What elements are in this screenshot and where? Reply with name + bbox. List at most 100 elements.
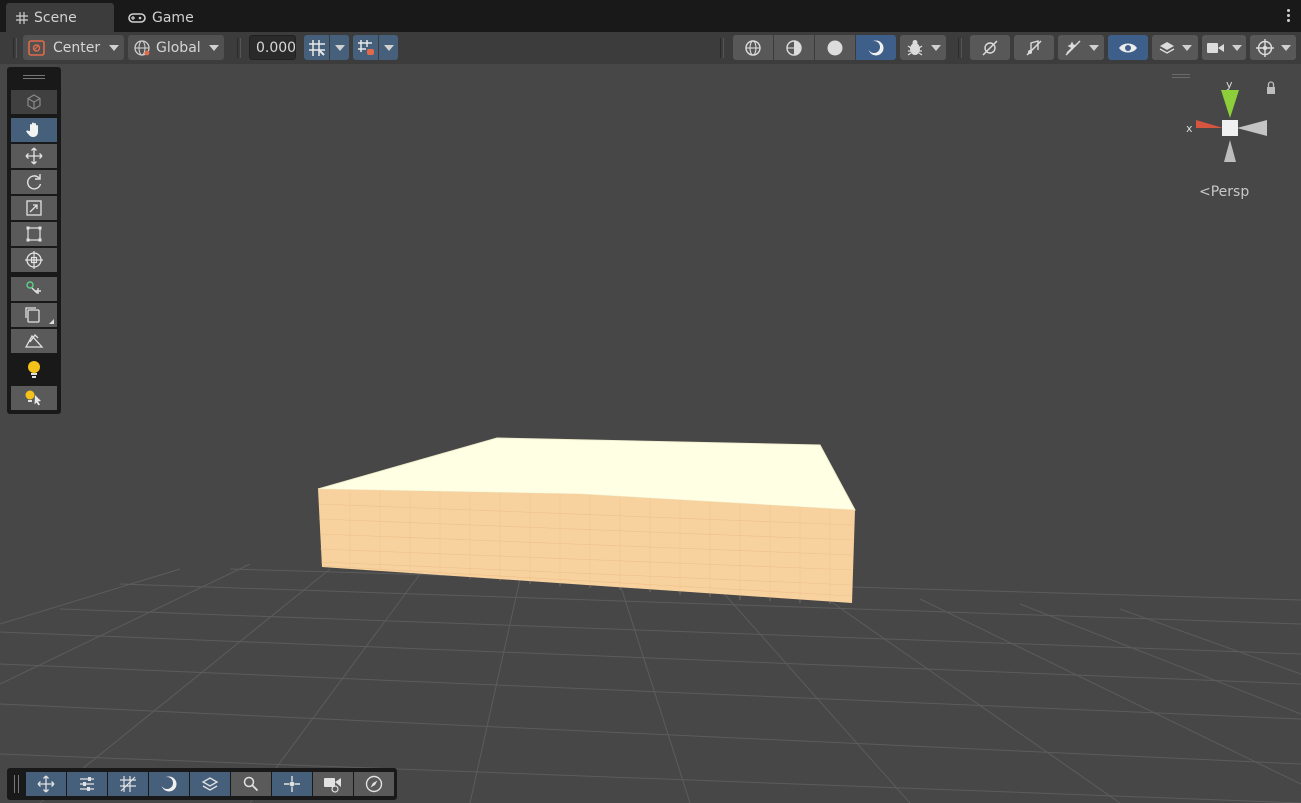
pivot-mode-dropdown[interactable]: Center — [23, 35, 124, 60]
more-options-triangle-icon — [49, 319, 54, 324]
overlay-grip-line — [23, 78, 45, 79]
pivot-icon — [283, 775, 301, 793]
transform-tool-button[interactable] — [11, 248, 57, 272]
layers-icon — [201, 775, 219, 793]
gizmos-icon — [1255, 38, 1275, 58]
rect-transform-icon — [25, 225, 43, 243]
audio-off-icon — [1024, 39, 1044, 57]
bottom-camera-button[interactable] — [313, 772, 353, 796]
gizmo-grip[interactable] — [1172, 74, 1190, 75]
unlit-sphere-icon — [826, 39, 844, 57]
gizmo-x-axis[interactable] — [1196, 120, 1223, 136]
more-options-icon[interactable] — [1287, 9, 1291, 23]
overlay-grip[interactable] — [14, 775, 19, 793]
bottom-pivot-button[interactable] — [272, 772, 312, 796]
lock-icon[interactable] — [1267, 81, 1275, 94]
view-tool-button[interactable] — [11, 118, 57, 142]
audio-toggle-button[interactable] — [1014, 35, 1054, 60]
move-arrows-icon — [25, 147, 43, 165]
rotate-tool-button[interactable] — [11, 170, 57, 194]
probuilder-tool-button[interactable] — [11, 303, 57, 327]
chevron-down-icon — [334, 44, 345, 51]
effects-dropdown[interactable] — [1058, 35, 1104, 60]
unlit-mode-button[interactable] — [815, 35, 855, 60]
debug-draw-mode-dropdown[interactable] — [900, 35, 946, 60]
box-object[interactable] — [317, 437, 856, 604]
tab-scene-label: Scene — [34, 9, 77, 26]
gizmo-center-cube[interactable] — [1222, 120, 1238, 136]
chevron-down-icon — [109, 44, 120, 51]
wireframe-mode-button[interactable] — [733, 35, 773, 60]
move-arrows-icon — [37, 775, 55, 793]
snap-increment-field[interactable]: 0.000 — [249, 35, 296, 60]
bottom-shading-button[interactable] — [149, 772, 189, 796]
bottom-settings-button[interactable] — [67, 772, 107, 796]
component-tools-button[interactable] — [11, 90, 57, 114]
toggle-2d-lighting-button[interactable] — [970, 35, 1010, 60]
orientation-gizmo[interactable]: y x — [1183, 76, 1278, 166]
shaded-wireframe-button[interactable] — [774, 35, 814, 60]
shaded-sphere-icon — [867, 39, 885, 57]
gizmo-x-label: x — [1186, 122, 1193, 135]
chevron-down-icon — [931, 44, 941, 51]
gizmo-y-axis[interactable] — [1221, 90, 1239, 118]
light-probe-tool-button[interactable] — [11, 386, 57, 410]
gizmo-y-label: y — [1226, 78, 1233, 91]
grid-icon — [16, 11, 28, 24]
tab-scene[interactable]: Scene — [6, 3, 114, 32]
tab-game-label: Game — [152, 9, 194, 26]
toolbar-separator — [958, 38, 962, 58]
bottom-move-button[interactable] — [26, 772, 66, 796]
rect-tool-button[interactable] — [11, 222, 57, 246]
bottom-grid-button[interactable] — [108, 772, 148, 796]
sliders-icon — [78, 775, 96, 793]
gizmo-neg-x-axis[interactable] — [1237, 120, 1267, 136]
bottom-search-button[interactable] — [231, 772, 271, 796]
grid-snap-icon — [119, 775, 137, 793]
pivot-rotation-label: Global — [156, 39, 201, 56]
light-select-icon — [24, 389, 44, 407]
transform-icon — [24, 250, 44, 270]
incremental-snap-button[interactable] — [353, 35, 378, 60]
pivot-rotation-dropdown[interactable]: Global — [128, 35, 224, 60]
search-icon — [242, 775, 260, 793]
gizmos-dropdown[interactable] — [1250, 35, 1296, 60]
scene-toolbar: Center Global 0.000 — [0, 32, 1301, 64]
paint-icon — [24, 332, 44, 350]
rotate-icon — [25, 173, 43, 191]
gizmo-neg-y-axis[interactable] — [1224, 140, 1236, 162]
chevron-down-icon — [1182, 44, 1192, 51]
bug-icon — [905, 39, 925, 57]
globe-icon — [132, 39, 152, 57]
grid-snapping-dropdown[interactable] — [330, 35, 349, 60]
shading-icon — [160, 775, 178, 793]
eye-icon — [1118, 41, 1138, 55]
layers-dropdown[interactable] — [1152, 35, 1198, 60]
scale-icon — [25, 199, 43, 217]
grid-snapping-button[interactable] — [304, 35, 329, 60]
custom-tool-button[interactable] — [11, 277, 57, 301]
chevron-down-icon — [1089, 44, 1099, 51]
move-tool-button[interactable] — [11, 144, 57, 168]
compass-icon — [365, 775, 383, 793]
incremental-snap-dropdown[interactable] — [379, 35, 398, 60]
overlay-grip[interactable] — [23, 75, 45, 76]
projection-toggle[interactable]: <Persp — [1199, 184, 1249, 200]
camera-settings-dropdown[interactable] — [1202, 35, 1246, 60]
magnet-grid-icon — [357, 39, 375, 57]
bottom-layers-button[interactable] — [190, 772, 230, 796]
camera-icon — [323, 775, 343, 793]
light-tool-button[interactable] — [11, 357, 57, 383]
scale-tool-button[interactable] — [11, 196, 57, 220]
scene-viewport[interactable] — [0, 64, 1301, 803]
bottom-compass-button[interactable] — [354, 772, 394, 796]
lightbulb-icon — [26, 360, 42, 380]
pivot-mode-label: Center — [53, 39, 101, 56]
tab-game[interactable]: Game — [118, 3, 208, 32]
terrain-tool-button[interactable] — [11, 329, 57, 353]
toolbar-grip[interactable] — [13, 38, 17, 58]
scene-visibility-button[interactable] — [1108, 35, 1148, 60]
effects-off-icon — [1063, 39, 1083, 57]
cube-icon — [25, 93, 43, 111]
shaded-mode-button[interactable] — [856, 35, 896, 60]
